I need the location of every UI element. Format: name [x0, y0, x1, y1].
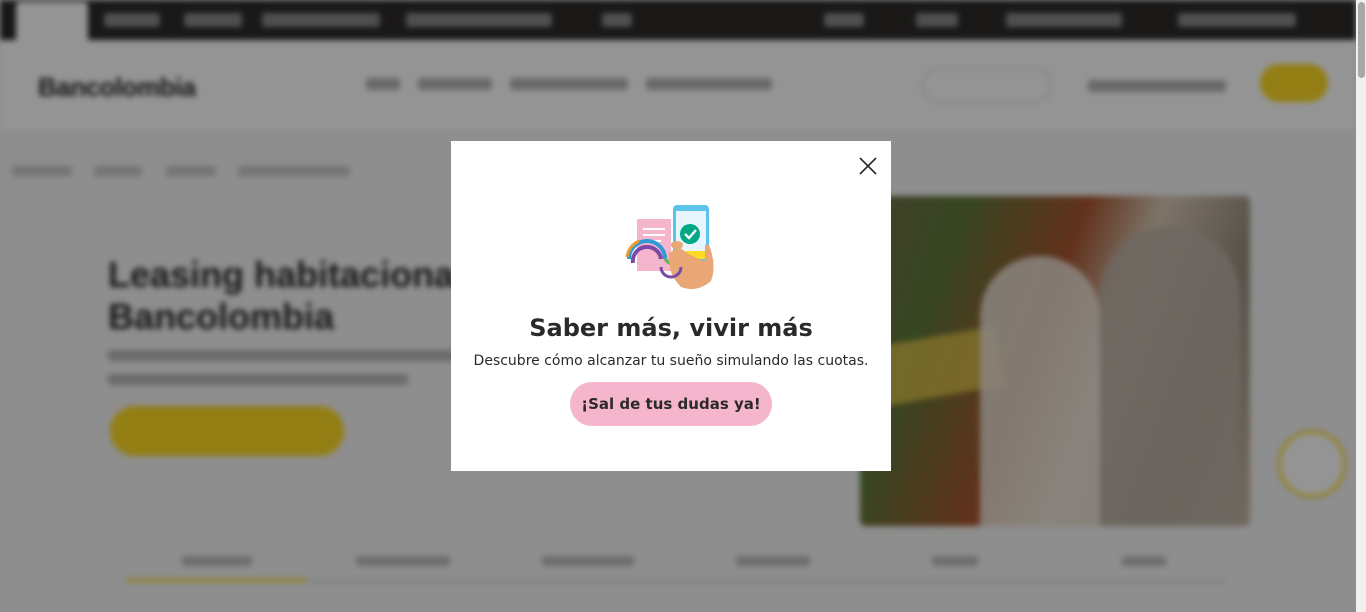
close-icon[interactable] — [857, 155, 879, 177]
page-scrollbar[interactable] — [1356, 0, 1366, 612]
phone-payment-icon — [621, 201, 721, 293]
modal-title: Saber más, vivir más — [529, 314, 813, 342]
scrollbar-thumb[interactable] — [1358, 2, 1365, 78]
promo-modal: Saber más, vivir más Descubre cómo alcan… — [451, 141, 891, 471]
modal-description: Descubre cómo alcanzar tu sueño simuland… — [473, 353, 869, 369]
simulate-cta-button[interactable]: ¡Sal de tus dudas ya! — [570, 382, 772, 426]
